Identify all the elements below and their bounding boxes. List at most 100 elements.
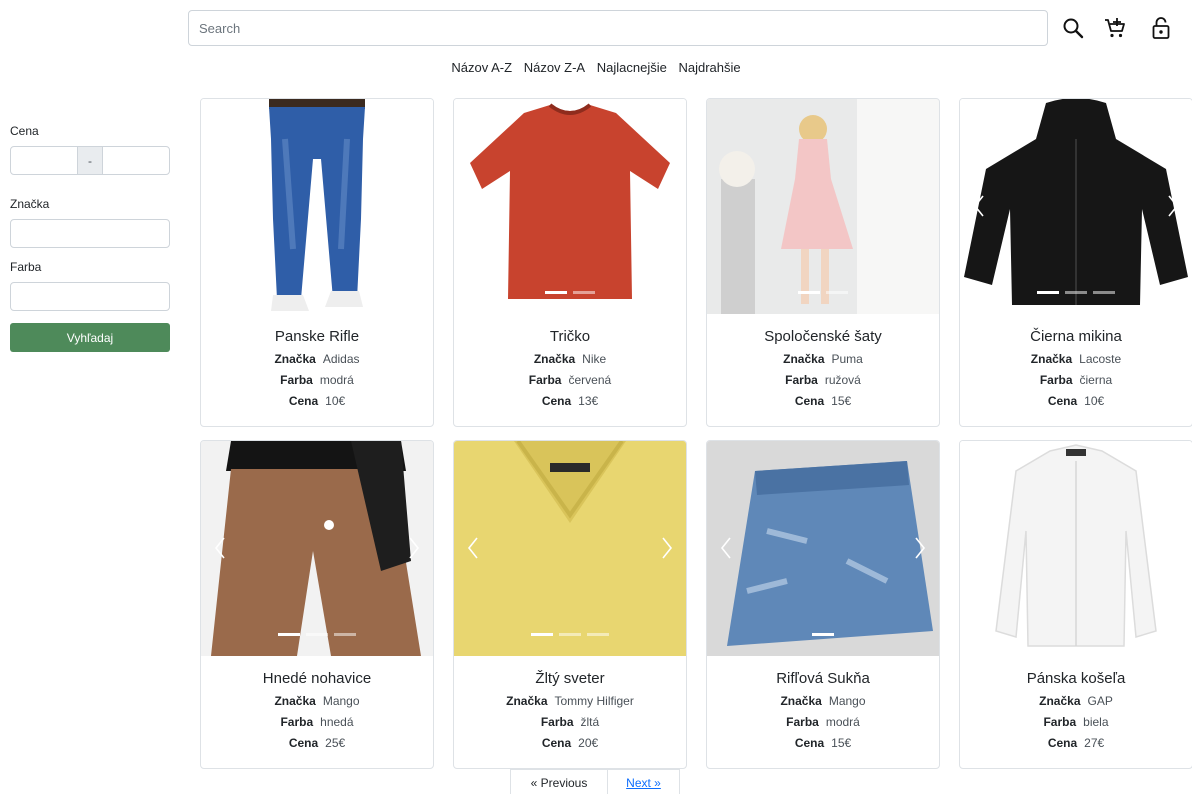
product-card[interactable]: Žltý sveter Značka Tommy Hilfiger Farba žl… [453, 440, 687, 769]
product-brand: Značka Mango [201, 694, 433, 708]
dress-image [707, 99, 939, 314]
carousel-indicators[interactable] [707, 291, 939, 294]
product-brand: Značka Nike [454, 352, 686, 366]
brand-input[interactable] [10, 219, 170, 248]
search-icon[interactable] [1060, 14, 1086, 42]
brand-key: Značka [783, 352, 825, 366]
product-title[interactable]: Rifľová Sukňa [707, 670, 939, 687]
sort-most-expensive[interactable]: Najdrahšie [678, 60, 740, 75]
carousel-prev-icon[interactable] [719, 536, 733, 560]
product-card[interactable]: Tričko Značka Nike Farba červená Cena 13€ [453, 98, 687, 427]
search-submit-button[interactable]: Vyhľadaj [10, 323, 170, 352]
carousel-next-icon[interactable] [660, 536, 674, 560]
brand-key: Značka [780, 694, 822, 708]
price-value: 27€ [1084, 736, 1105, 750]
product-price: Cena 10€ [201, 394, 433, 408]
brand-value: Mango [322, 694, 360, 708]
hoodie-image [960, 99, 1192, 314]
previous-page-button: « Previous [510, 769, 607, 794]
color-value: biela [1083, 715, 1109, 729]
color-input[interactable] [10, 282, 170, 311]
lock-icon[interactable] [1148, 14, 1174, 42]
product-title[interactable]: Žltý sveter [454, 670, 686, 687]
product-card[interactable]: Spoločenské šaty Značka Puma Farba ružová … [706, 98, 940, 427]
color-value: modrá [825, 715, 860, 729]
price-key: Cena [541, 736, 572, 750]
product-color: Farba ružová [707, 373, 939, 387]
brand-value: Lacoste [1079, 352, 1122, 366]
price-max-input[interactable] [102, 146, 170, 175]
tshirt-image [454, 99, 686, 314]
add-to-cart-icon[interactable] [1102, 14, 1128, 42]
brand-key: Značka [274, 694, 316, 708]
product-image-carousel [707, 99, 939, 314]
sort-name-desc[interactable]: Názov Z-A [524, 60, 585, 75]
product-color: Farba hnedá [201, 715, 433, 729]
product-color: Farba modrá [201, 373, 433, 387]
product-title[interactable]: Pánska košeľa [960, 670, 1192, 687]
product-card[interactable]: Čierna mikina Značka Lacoste Farba čierna … [959, 98, 1192, 427]
product-brand: Značka Adidas [201, 352, 433, 366]
product-price: Cena 13€ [454, 394, 686, 408]
product-title[interactable]: Hnedé nohavice [201, 670, 433, 687]
product-image-carousel [960, 441, 1192, 656]
price-value: 15€ [831, 736, 852, 750]
color-value: čierna [1079, 373, 1113, 387]
brand-key: Značka [1039, 694, 1081, 708]
product-title[interactable]: Panske Rifle [201, 328, 433, 345]
carousel-next-icon[interactable] [913, 536, 927, 560]
brand-key: Značka [533, 352, 576, 366]
product-image-carousel [707, 441, 939, 656]
product-image-carousel [454, 441, 686, 656]
price-value: 13€ [578, 394, 599, 408]
product-price: Cena 20€ [454, 736, 686, 750]
price-key: Cena [794, 394, 825, 408]
product-card[interactable]: Rifľová Sukňa Značka Mango Farba modrá Cen… [706, 440, 940, 769]
carousel-indicators[interactable] [201, 633, 433, 636]
brand-value: GAP [1087, 694, 1113, 708]
sort-name-asc[interactable]: Názov A-Z [451, 60, 512, 75]
product-color: Farba žltá [454, 715, 686, 729]
color-key: Farba [528, 373, 562, 387]
carousel-prev-icon[interactable] [466, 536, 480, 560]
brand-key: Značka [1030, 352, 1073, 366]
color-key: Farba [280, 373, 313, 387]
color-key: Farba [1039, 373, 1073, 387]
price-key: Cena [541, 394, 572, 408]
carousel-indicators[interactable] [707, 633, 939, 636]
price-key: Cena [288, 736, 319, 750]
color-key: Farba [540, 715, 574, 729]
carousel-indicators[interactable] [454, 633, 686, 636]
carousel-next-icon[interactable] [407, 536, 421, 560]
product-title[interactable]: Tričko [454, 328, 686, 345]
product-card[interactable]: Pánska košeľa Značka GAP Farba biela Cena 2… [959, 440, 1192, 769]
price-min-input[interactable] [10, 146, 78, 175]
jeans-image [201, 99, 433, 314]
carousel-indicators[interactable] [960, 291, 1192, 294]
brand-value: Adidas [322, 352, 360, 366]
carousel-prev-icon[interactable] [972, 194, 986, 218]
carousel-prev-icon[interactable] [213, 536, 227, 560]
product-image-carousel [201, 441, 433, 656]
sort-cheapest[interactable]: Najlacnejšie [597, 60, 667, 75]
carousel-next-icon[interactable] [1166, 194, 1180, 218]
color-key: Farba [1043, 715, 1077, 729]
product-image-carousel [454, 99, 686, 314]
brand-key: Značka [506, 694, 548, 708]
next-page-link[interactable]: Next » [607, 769, 680, 794]
product-price: Cena 10€ [960, 394, 1192, 408]
price-value: 20€ [578, 736, 599, 750]
product-price: Cena 15€ [707, 394, 939, 408]
product-title[interactable]: Čierna mikina [960, 328, 1192, 345]
search-input[interactable] [188, 10, 1048, 46]
product-card[interactable]: Hnedé nohavice Značka Mango Farba hnedá Ce… [200, 440, 434, 769]
product-grid: Panske Rifle Značka Adidas Farba modrá Cen… [200, 98, 1192, 769]
price-key: Cena [1047, 394, 1078, 408]
product-card[interactable]: Panske Rifle Značka Adidas Farba modrá Cen… [200, 98, 434, 427]
product-color: Farba čierna [960, 373, 1192, 387]
carousel-indicators[interactable] [454, 291, 686, 294]
brand-value: Puma [831, 352, 863, 366]
product-title[interactable]: Spoločenské šaty [707, 328, 939, 345]
brand-label: Značka [10, 197, 50, 211]
color-key: Farba [785, 373, 818, 387]
